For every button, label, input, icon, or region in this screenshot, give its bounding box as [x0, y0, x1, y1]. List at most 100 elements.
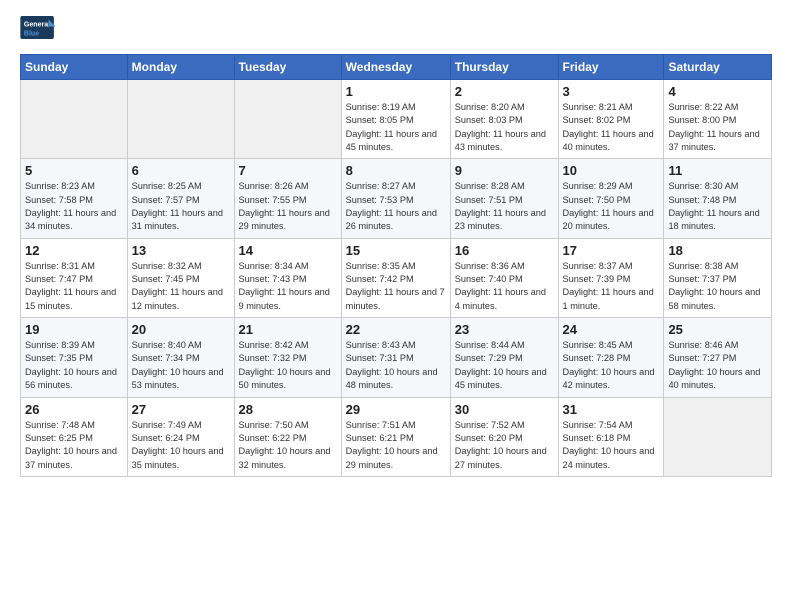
day-number: 8	[346, 163, 446, 178]
calendar-day-cell: 25 Sunrise: 8:46 AMSunset: 7:27 PMDaylig…	[664, 318, 772, 397]
day-number: 23	[455, 322, 554, 337]
calendar-day-cell: 7 Sunrise: 8:26 AMSunset: 7:55 PMDayligh…	[234, 159, 341, 238]
calendar-day-cell: 13 Sunrise: 8:32 AMSunset: 7:45 PMDaylig…	[127, 238, 234, 317]
day-info: Sunrise: 8:29 AMSunset: 7:50 PMDaylight:…	[563, 181, 654, 231]
day-info: Sunrise: 8:32 AMSunset: 7:45 PMDaylight:…	[132, 261, 223, 311]
day-info: Sunrise: 8:35 AMSunset: 7:42 PMDaylight:…	[346, 261, 445, 311]
weekday-header-cell: Monday	[127, 55, 234, 80]
day-number: 24	[563, 322, 660, 337]
calendar-day-cell: 14 Sunrise: 8:34 AMSunset: 7:43 PMDaylig…	[234, 238, 341, 317]
calendar-day-cell: 31 Sunrise: 7:54 AMSunset: 6:18 PMDaylig…	[558, 397, 664, 476]
weekday-header-cell: Tuesday	[234, 55, 341, 80]
day-info: Sunrise: 8:34 AMSunset: 7:43 PMDaylight:…	[239, 261, 330, 311]
day-number: 14	[239, 243, 337, 258]
weekday-header-cell: Sunday	[21, 55, 128, 80]
day-info: Sunrise: 8:38 AMSunset: 7:37 PMDaylight:…	[668, 261, 760, 311]
day-number: 20	[132, 322, 230, 337]
day-info: Sunrise: 8:20 AMSunset: 8:03 PMDaylight:…	[455, 102, 546, 152]
svg-text:General: General	[24, 22, 50, 29]
calendar-day-cell: 29 Sunrise: 7:51 AMSunset: 6:21 PMDaylig…	[341, 397, 450, 476]
day-info: Sunrise: 8:28 AMSunset: 7:51 PMDaylight:…	[455, 181, 546, 231]
calendar-day-cell: 3 Sunrise: 8:21 AMSunset: 8:02 PMDayligh…	[558, 80, 664, 159]
calendar-week-row: 26 Sunrise: 7:48 AMSunset: 6:25 PMDaylig…	[21, 397, 772, 476]
calendar-day-cell: 15 Sunrise: 8:35 AMSunset: 7:42 PMDaylig…	[341, 238, 450, 317]
day-info: Sunrise: 7:48 AMSunset: 6:25 PMDaylight:…	[25, 420, 117, 470]
calendar-day-cell: 5 Sunrise: 8:23 AMSunset: 7:58 PMDayligh…	[21, 159, 128, 238]
day-number: 15	[346, 243, 446, 258]
day-info: Sunrise: 7:54 AMSunset: 6:18 PMDaylight:…	[563, 420, 655, 470]
calendar-day-cell	[21, 80, 128, 159]
header: General Blue	[20, 16, 772, 46]
day-info: Sunrise: 8:31 AMSunset: 7:47 PMDaylight:…	[25, 261, 116, 311]
day-info: Sunrise: 8:27 AMSunset: 7:53 PMDaylight:…	[346, 181, 437, 231]
day-info: Sunrise: 8:39 AMSunset: 7:35 PMDaylight:…	[25, 340, 117, 390]
day-number: 19	[25, 322, 123, 337]
day-number: 17	[563, 243, 660, 258]
calendar-day-cell: 11 Sunrise: 8:30 AMSunset: 7:48 PMDaylig…	[664, 159, 772, 238]
calendar-day-cell: 17 Sunrise: 8:37 AMSunset: 7:39 PMDaylig…	[558, 238, 664, 317]
day-number: 10	[563, 163, 660, 178]
calendar-day-cell: 6 Sunrise: 8:25 AMSunset: 7:57 PMDayligh…	[127, 159, 234, 238]
calendar-week-row: 12 Sunrise: 8:31 AMSunset: 7:47 PMDaylig…	[21, 238, 772, 317]
calendar-day-cell: 26 Sunrise: 7:48 AMSunset: 6:25 PMDaylig…	[21, 397, 128, 476]
day-info: Sunrise: 8:37 AMSunset: 7:39 PMDaylight:…	[563, 261, 654, 311]
calendar-day-cell: 21 Sunrise: 8:42 AMSunset: 7:32 PMDaylig…	[234, 318, 341, 397]
calendar-day-cell: 23 Sunrise: 8:44 AMSunset: 7:29 PMDaylig…	[450, 318, 558, 397]
day-number: 6	[132, 163, 230, 178]
day-info: Sunrise: 8:40 AMSunset: 7:34 PMDaylight:…	[132, 340, 224, 390]
day-number: 4	[668, 84, 767, 99]
calendar-day-cell: 8 Sunrise: 8:27 AMSunset: 7:53 PMDayligh…	[341, 159, 450, 238]
day-number: 28	[239, 402, 337, 417]
calendar-day-cell: 4 Sunrise: 8:22 AMSunset: 8:00 PMDayligh…	[664, 80, 772, 159]
calendar-day-cell: 24 Sunrise: 8:45 AMSunset: 7:28 PMDaylig…	[558, 318, 664, 397]
day-number: 11	[668, 163, 767, 178]
day-number: 16	[455, 243, 554, 258]
calendar-day-cell	[234, 80, 341, 159]
day-number: 29	[346, 402, 446, 417]
day-info: Sunrise: 8:42 AMSunset: 7:32 PMDaylight:…	[239, 340, 331, 390]
calendar-day-cell: 19 Sunrise: 8:39 AMSunset: 7:35 PMDaylig…	[21, 318, 128, 397]
calendar-day-cell: 27 Sunrise: 7:49 AMSunset: 6:24 PMDaylig…	[127, 397, 234, 476]
day-number: 25	[668, 322, 767, 337]
calendar-day-cell: 10 Sunrise: 8:29 AMSunset: 7:50 PMDaylig…	[558, 159, 664, 238]
calendar-day-cell: 12 Sunrise: 8:31 AMSunset: 7:47 PMDaylig…	[21, 238, 128, 317]
calendar-table: SundayMondayTuesdayWednesdayThursdayFrid…	[20, 54, 772, 477]
calendar-day-cell: 20 Sunrise: 8:40 AMSunset: 7:34 PMDaylig…	[127, 318, 234, 397]
day-number: 12	[25, 243, 123, 258]
calendar-day-cell: 16 Sunrise: 8:36 AMSunset: 7:40 PMDaylig…	[450, 238, 558, 317]
calendar-day-cell: 1 Sunrise: 8:19 AMSunset: 8:05 PMDayligh…	[341, 80, 450, 159]
weekday-header-cell: Wednesday	[341, 55, 450, 80]
day-number: 7	[239, 163, 337, 178]
day-number: 9	[455, 163, 554, 178]
day-info: Sunrise: 8:44 AMSunset: 7:29 PMDaylight:…	[455, 340, 547, 390]
day-number: 3	[563, 84, 660, 99]
day-info: Sunrise: 8:26 AMSunset: 7:55 PMDaylight:…	[239, 181, 330, 231]
weekday-header-row: SundayMondayTuesdayWednesdayThursdayFrid…	[21, 55, 772, 80]
day-info: Sunrise: 8:19 AMSunset: 8:05 PMDaylight:…	[346, 102, 437, 152]
calendar-week-row: 19 Sunrise: 8:39 AMSunset: 7:35 PMDaylig…	[21, 318, 772, 397]
calendar-day-cell: 18 Sunrise: 8:38 AMSunset: 7:37 PMDaylig…	[664, 238, 772, 317]
day-info: Sunrise: 7:50 AMSunset: 6:22 PMDaylight:…	[239, 420, 331, 470]
day-number: 18	[668, 243, 767, 258]
day-info: Sunrise: 8:25 AMSunset: 7:57 PMDaylight:…	[132, 181, 223, 231]
weekday-header-cell: Thursday	[450, 55, 558, 80]
calendar-day-cell: 28 Sunrise: 7:50 AMSunset: 6:22 PMDaylig…	[234, 397, 341, 476]
day-info: Sunrise: 7:49 AMSunset: 6:24 PMDaylight:…	[132, 420, 224, 470]
day-info: Sunrise: 8:21 AMSunset: 8:02 PMDaylight:…	[563, 102, 654, 152]
calendar-day-cell: 2 Sunrise: 8:20 AMSunset: 8:03 PMDayligh…	[450, 80, 558, 159]
day-info: Sunrise: 8:22 AMSunset: 8:00 PMDaylight:…	[668, 102, 759, 152]
day-info: Sunrise: 8:43 AMSunset: 7:31 PMDaylight:…	[346, 340, 438, 390]
day-number: 13	[132, 243, 230, 258]
day-number: 31	[563, 402, 660, 417]
calendar-day-cell	[664, 397, 772, 476]
day-number: 2	[455, 84, 554, 99]
calendar-day-cell: 9 Sunrise: 8:28 AMSunset: 7:51 PMDayligh…	[450, 159, 558, 238]
day-number: 26	[25, 402, 123, 417]
weekday-header-cell: Friday	[558, 55, 664, 80]
day-number: 5	[25, 163, 123, 178]
day-info: Sunrise: 8:36 AMSunset: 7:40 PMDaylight:…	[455, 261, 546, 311]
day-number: 1	[346, 84, 446, 99]
day-info: Sunrise: 7:51 AMSunset: 6:21 PMDaylight:…	[346, 420, 438, 470]
logo: General Blue	[20, 16, 58, 46]
day-info: Sunrise: 8:46 AMSunset: 7:27 PMDaylight:…	[668, 340, 760, 390]
